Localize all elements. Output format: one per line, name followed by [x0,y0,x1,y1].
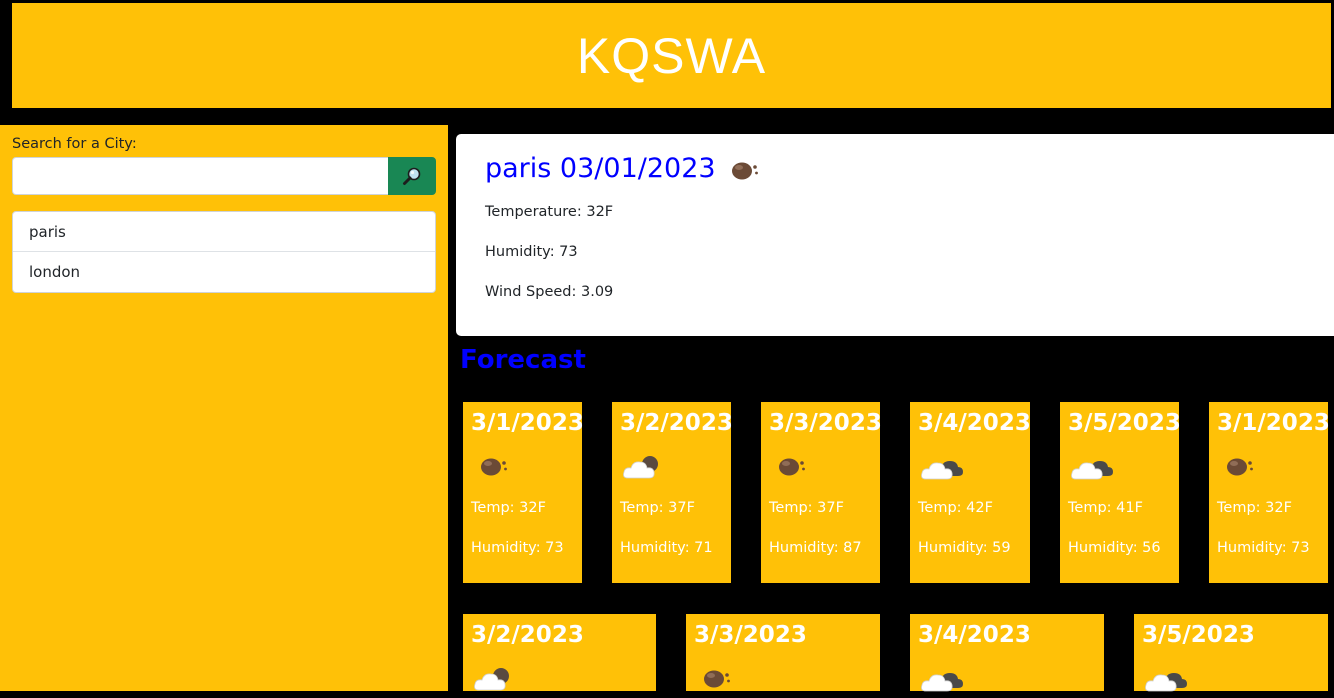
rock-icon [479,452,509,482]
forecast-date: 3/3/2023 [694,622,807,648]
forecast-humidity: Humidity: 56 [1068,540,1161,556]
forecast-date: 3/5/2023 [1142,622,1255,648]
forecast-temp: Temp: 37F [620,500,695,516]
forecast-card: 3/3/2023 [686,614,880,691]
forecast-date: 3/4/2023 [918,410,1031,436]
cloud-icon [1070,452,1114,486]
forecast-temp: Temp: 32F [1217,500,1292,516]
forecast-date: 3/1/2023 [471,410,584,436]
rock-icon [730,156,760,186]
search-history-list: paris london [12,211,436,293]
app-title: KQSWA [576,27,767,84]
forecast-card: 3/4/2023 Temp: 42F Humidity: 59 [910,402,1031,583]
history-item-london[interactable]: london [13,252,435,292]
forecast-temp: Temp: 41F [1068,500,1143,516]
magnifier-icon [403,167,421,185]
forecast-card: 3/3/2023 Temp: 37F Humidity: 87 [761,402,882,583]
forecast-date: 3/2/2023 [620,410,733,436]
rock-icon [1225,452,1255,482]
search-input[interactable] [12,157,388,195]
forecast-humidity: Humidity: 59 [918,540,1011,556]
forecast-humidity: Humidity: 73 [1217,540,1310,556]
current-humidity: Humidity: 73 [485,244,578,260]
search-label: Search for a City: [12,136,137,152]
forecast-heading: Forecast [460,345,586,375]
forecast-temp: Temp: 32F [471,500,546,516]
rock-icon [777,452,807,482]
forecast-card: 3/5/2023 [1134,614,1328,692]
forecast-date: 3/3/2023 [769,410,882,436]
forecast-card: 3/2/2023 Temp: 37F Humidity: 71 [612,402,733,583]
forecast-temp: Temp: 42F [918,500,993,516]
current-temperature: Temperature: 32F [485,204,614,220]
search-button[interactable] [388,157,436,195]
forecast-date: 3/5/2023 [1068,410,1181,436]
current-city-date: paris 03/01/2023 [485,152,716,184]
forecast-humidity: Humidity: 73 [471,540,564,556]
current-wind-speed: Wind Speed: 3.09 [485,284,614,300]
forecast-card: 3/1/2023 Temp: 32F Humidity: 73 [463,402,584,583]
current-title-row: paris 03/01/2023 [485,150,760,186]
cloud-icon [473,664,517,698]
cloud-icon [1144,664,1188,698]
cloud-icon [920,664,964,698]
app-header: KQSWA [12,3,1331,108]
forecast-humidity: Humidity: 87 [769,540,862,556]
sidebar: Search for a City: paris london [0,125,448,691]
rock-icon [702,664,732,694]
forecast-date: 3/1/2023 [1217,410,1330,436]
forecast-temp: Temp: 37F [769,500,844,516]
cloud-icon [622,452,666,486]
forecast-card: 3/5/2023 Temp: 41F Humidity: 56 [1060,402,1181,583]
history-item-paris[interactable]: paris [13,212,435,252]
cloud-icon [920,452,964,486]
forecast-card: 3/4/2023 [910,614,1104,692]
forecast-card: 3/1/2023 Temp: 32F Humidity: 73 [1209,402,1330,583]
forecast-humidity: Humidity: 71 [620,540,713,556]
forecast-date: 3/2/2023 [471,622,584,648]
forecast-date: 3/4/2023 [918,622,1031,648]
current-weather-card: paris 03/01/2023 Temperature: 32F Humidi… [456,134,1334,336]
forecast-card: 3/2/2023 [463,614,656,691]
